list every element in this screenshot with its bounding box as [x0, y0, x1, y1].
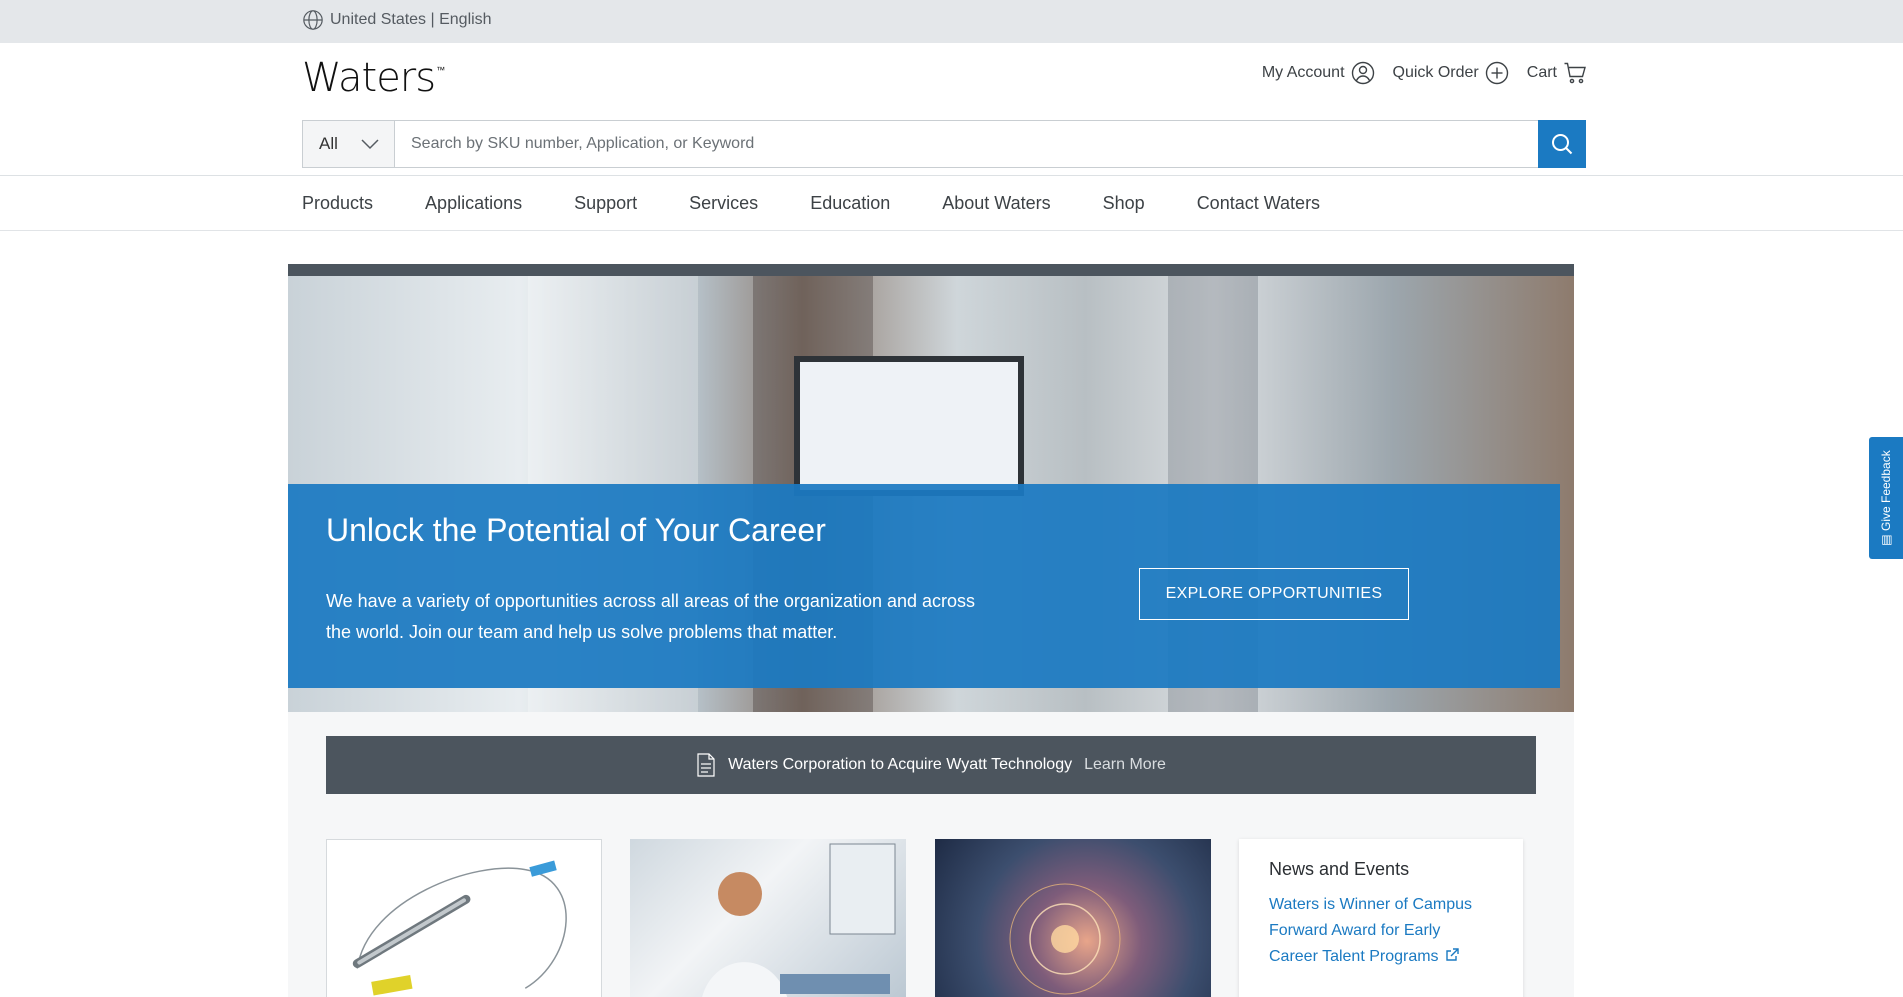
chevron-down-icon	[361, 139, 379, 150]
user-icon	[1351, 61, 1374, 85]
my-account-label: My Account	[1261, 64, 1345, 81]
cart-label: Cart	[1526, 64, 1557, 81]
account-nav: My Account Quick Order Cart	[1262, 61, 1587, 85]
news-item-link[interactable]: Waters is Winner of Campus Forward Award…	[1269, 892, 1493, 970]
search-category-value: All	[319, 134, 338, 153]
ai-technology-image[interactable]	[935, 839, 1211, 997]
hero-top-bar	[288, 264, 1574, 276]
search-category-dropdown[interactable]: All	[303, 121, 395, 167]
nav-divider	[0, 230, 1903, 231]
nav-item-applications[interactable]: Applications	[425, 193, 522, 214]
external-link-icon	[1445, 948, 1459, 961]
hero-title: Unlock the Potential of Your Career	[326, 512, 826, 548]
nav-item-shop[interactable]: Shop	[1103, 193, 1145, 214]
nav-item-contact-waters[interactable]: Contact Waters	[1197, 193, 1320, 214]
locale-label: United States | English	[330, 11, 492, 28]
hero-callout: Unlock the Potential of Your Career We h…	[288, 484, 1560, 688]
feedback-label: ▤ Give Feedback	[1879, 450, 1893, 545]
nav-item-support[interactable]: Support	[574, 193, 637, 214]
my-account-link[interactable]: My Account	[1262, 61, 1375, 85]
quick-order-link[interactable]: Quick Order	[1393, 61, 1509, 85]
give-feedback-tab[interactable]: ▤ Give Feedback	[1869, 437, 1903, 559]
feedback-icon: ▤	[1879, 534, 1893, 546]
news-item-text: Waters is Winner of Campus Forward Award…	[1269, 896, 1473, 965]
circuit-brain-photo	[1009, 883, 1121, 995]
locale-selector[interactable]: United States | English	[302, 8, 492, 32]
news-events-heading: News and Events	[1269, 859, 1410, 879]
search-input[interactable]	[395, 121, 1538, 167]
column-product-image	[327, 840, 601, 997]
search-button[interactable]	[1538, 120, 1586, 168]
feedback-label-text: Give Feedback	[1879, 450, 1893, 532]
product-card[interactable]	[326, 839, 602, 997]
waters-logo[interactable]: Waters™	[302, 55, 445, 101]
main-nav: Products Applications Support Services E…	[302, 176, 1320, 230]
news-banner: Waters Corporation to Acquire Wyatt Tech…	[326, 736, 1536, 794]
lab-photo	[702, 843, 896, 997]
learn-more-link[interactable]: Learn More	[1084, 756, 1166, 774]
logo-trademark: ™	[436, 66, 445, 76]
nav-item-about-waters[interactable]: About Waters	[942, 193, 1050, 214]
document-icon	[697, 753, 715, 777]
search-bar: All	[302, 120, 1586, 168]
plus-circle-icon	[1485, 61, 1508, 85]
nav-item-education[interactable]: Education	[810, 193, 890, 214]
search-icon	[1552, 134, 1573, 155]
logo-text: Waters	[302, 55, 436, 101]
quick-order-label: Quick Order	[1392, 64, 1479, 81]
locale-bar: United States | English	[0, 0, 1903, 43]
explore-opportunities-button[interactable]: EXPLORE OPPORTUNITIES	[1139, 568, 1409, 620]
news-banner-text: Waters Corporation to Acquire Wyatt Tech…	[728, 756, 1073, 773]
news-events-card: News and Events Waters is Winner of Camp…	[1239, 839, 1523, 997]
lab-scientist-image[interactable]	[630, 839, 906, 997]
cart-link[interactable]: Cart	[1527, 61, 1587, 85]
globe-icon	[303, 10, 323, 30]
hero-text: We have a variety of opportunities acros…	[326, 591, 976, 642]
site-header: Waters™ My Account Quick Order Cart All …	[0, 43, 1903, 176]
nav-item-services[interactable]: Services	[689, 193, 758, 214]
nav-item-products[interactable]: Products	[302, 193, 373, 214]
cart-icon	[1564, 62, 1586, 84]
hero-image-screen	[794, 356, 1024, 496]
